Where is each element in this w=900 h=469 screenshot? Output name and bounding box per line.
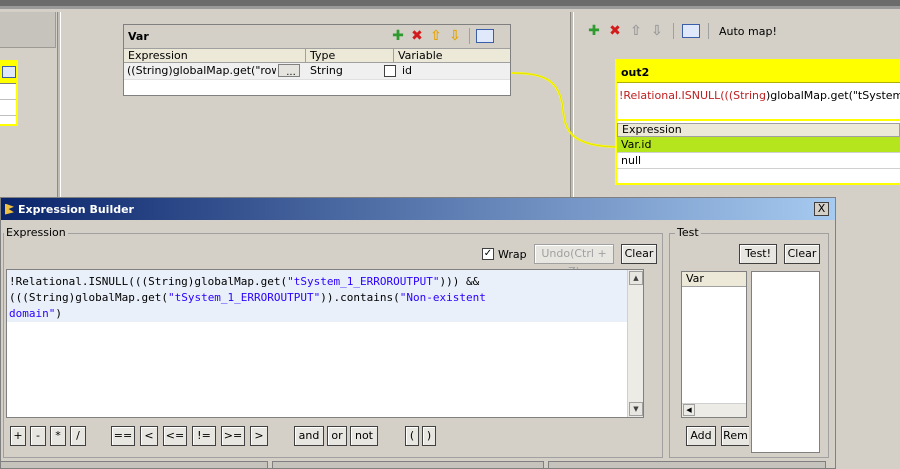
editor-scrollbar[interactable]: ▲ ▼: [627, 270, 643, 417]
edit-icon[interactable]: [2, 66, 16, 78]
var-table-title: Var: [128, 30, 149, 43]
dialog-titlebar[interactable]: Expression Builder X: [1, 198, 835, 220]
move-down-icon[interactable]: ⇩: [649, 23, 665, 39]
add-icon[interactable]: ✚: [586, 23, 602, 39]
dialog-title: Expression Builder: [18, 202, 134, 216]
close-button[interactable]: X: [814, 202, 829, 216]
var-row-variable[interactable]: id: [398, 63, 508, 79]
clear-expression-button[interactable]: Clear: [621, 244, 657, 264]
operator-plus-button[interactable]: +: [10, 426, 26, 446]
clear-test-button[interactable]: Clear: [784, 244, 820, 264]
input-table-row: [0, 100, 16, 116]
app-icon: [5, 203, 14, 215]
operator-and-button[interactable]: and: [294, 426, 324, 446]
var-row-type[interactable]: String: [306, 63, 384, 79]
remove-icon[interactable]: ✖: [607, 23, 623, 39]
column-header-type[interactable]: Type: [306, 49, 394, 62]
input-table-header: [0, 62, 16, 84]
out2-title: out2: [617, 61, 900, 83]
filter-rest: )globalMap.get("tSystem_1_ERRO: [765, 89, 900, 102]
undo-button[interactable]: Undo(Ctrl + Z): [534, 244, 614, 278]
bottom-pane: [0, 461, 268, 469]
add-icon[interactable]: ✚: [390, 28, 406, 44]
test-list-hscroll[interactable]: ◀: [682, 403, 746, 417]
toolbar-separator: [673, 23, 674, 39]
left-pane-splitter[interactable]: [57, 12, 61, 197]
test-variable-list[interactable]: Var ◀: [681, 271, 747, 418]
expression-builder-button[interactable]: ...: [278, 64, 300, 77]
move-up-icon[interactable]: ⇧: [628, 23, 644, 39]
operator-divide-button[interactable]: /: [70, 426, 86, 446]
left-pane-toolbar: [0, 12, 56, 48]
expression-code[interactable]: !Relational.ISNULL(((String)globalMap.ge…: [9, 274, 486, 322]
operator-not-button[interactable]: not: [350, 426, 378, 446]
out2-table: out2 !Relational.ISNULL(((String)globalM…: [615, 59, 900, 185]
remove-test-var-button[interactable]: Rem: [721, 426, 749, 446]
out2-row[interactable]: Var.id: [617, 137, 900, 153]
remove-icon[interactable]: ✖: [409, 28, 425, 44]
expression-group-label: Expression: [4, 226, 68, 239]
move-up-icon[interactable]: ⇧: [428, 28, 444, 44]
edit-icon[interactable]: [476, 29, 494, 43]
nullable-checkbox[interactable]: [384, 65, 396, 77]
add-test-var-button[interactable]: Add: [686, 426, 716, 446]
operator-minus-button[interactable]: -: [30, 426, 46, 446]
operator-greater-button[interactable]: >: [250, 426, 268, 446]
bottom-pane: [272, 461, 544, 469]
expression-editor[interactable]: !Relational.ISNULL(((String)globalMap.ge…: [6, 269, 644, 418]
operator-or-button[interactable]: or: [327, 426, 347, 446]
bottom-pane: [548, 461, 826, 469]
out2-row[interactable]: null: [617, 153, 900, 169]
test-button[interactable]: Test!: [739, 244, 777, 264]
scroll-up-icon[interactable]: ▲: [629, 271, 643, 285]
var-row-expression[interactable]: ((String)globalMap.get("row3.ic: [124, 63, 276, 79]
toolbar-separator: [469, 28, 470, 44]
input-table-partial: [0, 60, 18, 126]
column-header-expression[interactable]: Expression: [124, 49, 306, 62]
input-table-row: [0, 84, 16, 100]
window-top-strip-shadow: [0, 6, 900, 9]
var-column-header[interactable]: Var: [682, 272, 746, 287]
filter-keyword: String: [733, 89, 766, 102]
out2-column-header[interactable]: Expression: [617, 123, 900, 137]
operator-open-paren-button[interactable]: (: [405, 426, 419, 446]
scroll-left-icon[interactable]: ◀: [683, 404, 695, 416]
mapping-link: [510, 72, 618, 148]
column-header-variable[interactable]: Variable: [394, 49, 510, 62]
move-down-icon[interactable]: ⇩: [447, 28, 463, 44]
test-value-list[interactable]: [751, 271, 820, 453]
wrap-label: Wrap: [498, 248, 527, 261]
test-group-label: Test: [675, 226, 701, 239]
operator-greater-equal-button[interactable]: >=: [221, 426, 245, 446]
out2-filter-expression[interactable]: !Relational.ISNULL(((String)globalMap.ge…: [617, 83, 900, 121]
var-grid-header: Expression Type Variable: [124, 49, 510, 63]
operator-multiply-button[interactable]: *: [50, 426, 66, 446]
filter-prefix: !Relational.ISNULL(((: [619, 89, 734, 102]
var-row[interactable]: ((String)globalMap.get("row3.ic ... Stri…: [124, 63, 510, 80]
operator-equals-button[interactable]: ==: [111, 426, 135, 446]
operator-less-button[interactable]: <: [140, 426, 158, 446]
operator-close-paren-button[interactable]: ): [422, 426, 436, 446]
output-toolbar: ✚ ✖ ⇧ ⇩ Auto map!: [580, 18, 900, 44]
edit-icon[interactable]: [682, 24, 700, 38]
toolbar-separator: [708, 23, 709, 39]
expression-builder-dialog: Expression Builder X Expression ✓ Wrap U…: [0, 197, 836, 469]
scroll-down-icon[interactable]: ▼: [629, 402, 643, 416]
wrap-checkbox[interactable]: ✓: [482, 248, 494, 260]
auto-map-button[interactable]: Auto map!: [719, 25, 777, 38]
var-table: Var ✚ ✖ ⇧ ⇩ Expression Type Variable ((S…: [123, 24, 511, 96]
var-table-header: Var ✚ ✖ ⇧ ⇩: [124, 25, 510, 49]
operator-not-equal-button[interactable]: !=: [192, 426, 216, 446]
operator-less-equal-button[interactable]: <=: [163, 426, 187, 446]
